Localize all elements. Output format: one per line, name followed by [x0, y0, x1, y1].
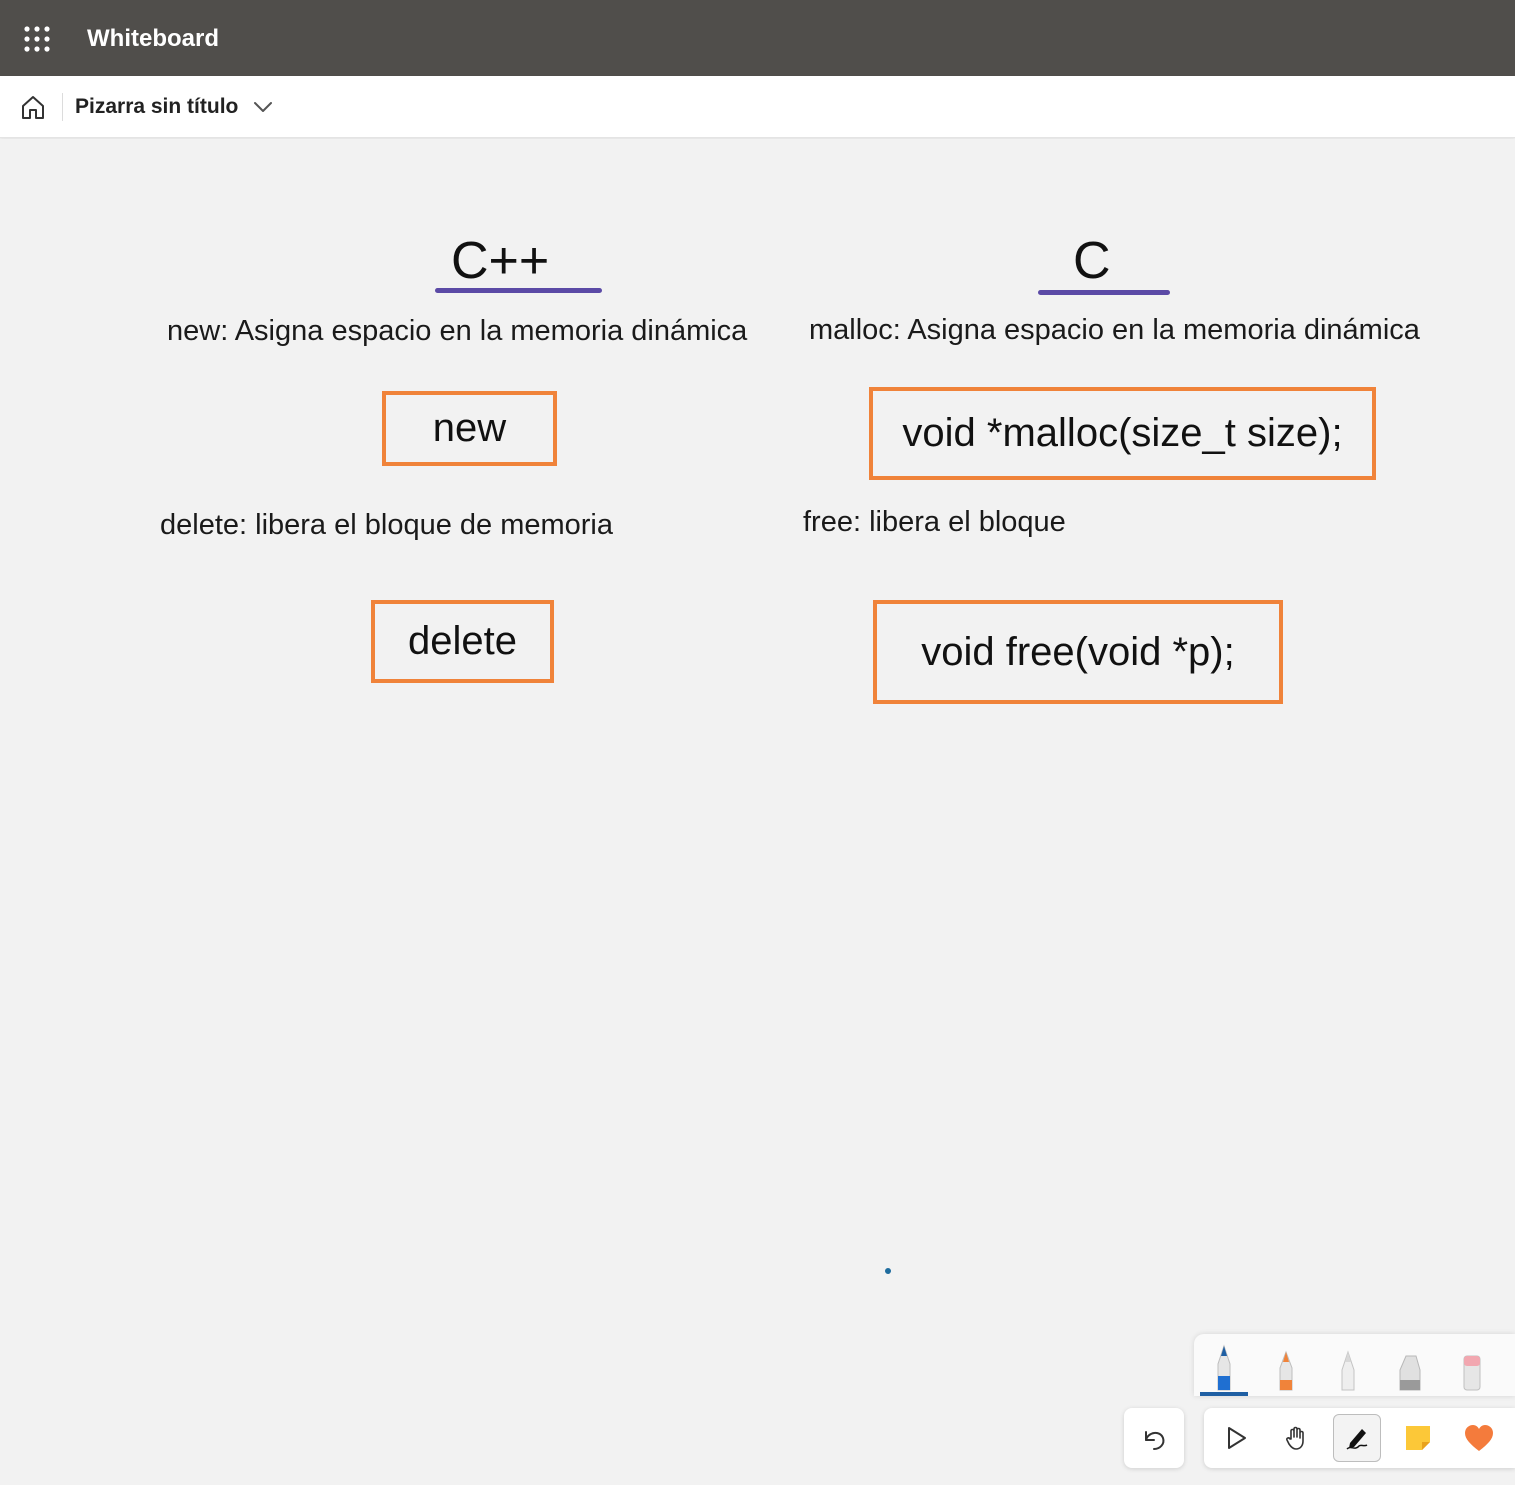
orange-highlighter-icon[interactable] [1262, 1340, 1310, 1396]
new-code-box[interactable]: new [382, 391, 557, 466]
delete-description[interactable]: delete: libera el bloque de memoria [160, 508, 613, 542]
eraser-icon[interactable] [1448, 1340, 1496, 1396]
command-bar: Pizarra sin título [0, 76, 1515, 138]
select-tool[interactable] [1212, 1414, 1260, 1462]
chevron-down-icon[interactable] [250, 95, 276, 119]
bottom-toolbar [1204, 1408, 1515, 1468]
app-title: Whiteboard [87, 25, 219, 52]
cpp-heading[interactable]: C++ [451, 231, 549, 291]
app-launcher-icon[interactable] [22, 24, 52, 54]
hand-icon [1286, 1426, 1304, 1450]
heart-icon [1465, 1425, 1493, 1451]
blue-pen-icon[interactable] [1200, 1340, 1248, 1396]
sticky-note-icon [1406, 1426, 1430, 1450]
free-description[interactable]: free: libera el bloque [803, 505, 1066, 539]
home-button[interactable] [16, 90, 50, 124]
home-icon [22, 96, 44, 119]
undo-button[interactable] [1124, 1408, 1184, 1468]
gray-pen-icon[interactable] [1386, 1340, 1434, 1396]
ink-tool[interactable] [1333, 1414, 1381, 1462]
malloc-description[interactable]: malloc: Asigna espacio en la memoria din… [809, 313, 1420, 347]
new-description[interactable]: new: Asigna espacio en la memoria dinámi… [167, 314, 747, 348]
board-title[interactable]: Pizarra sin título [75, 94, 238, 120]
select-pointer-icon [1228, 1427, 1246, 1449]
cpp-heading-underline[interactable] [435, 288, 602, 293]
delete-code-box[interactable]: delete [371, 600, 554, 683]
divider [62, 93, 63, 121]
pan-tool[interactable] [1272, 1414, 1320, 1462]
free-code-box[interactable]: void free(void *p); [873, 600, 1283, 704]
c-heading[interactable]: C [1073, 231, 1111, 291]
title-bar: Whiteboard [0, 0, 1515, 76]
malloc-code-box[interactable]: void *malloc(size_t size); [869, 387, 1376, 480]
ink-dot[interactable] [885, 1268, 891, 1274]
c-heading-underline[interactable] [1038, 290, 1170, 295]
sticky-note-tool[interactable] [1394, 1414, 1442, 1462]
undo-icon [1145, 1431, 1165, 1450]
pen-icon [1346, 1429, 1368, 1450]
pen-tray [1194, 1334, 1515, 1396]
white-pen-icon[interactable] [1324, 1340, 1372, 1396]
reactions-tool[interactable] [1455, 1414, 1503, 1462]
